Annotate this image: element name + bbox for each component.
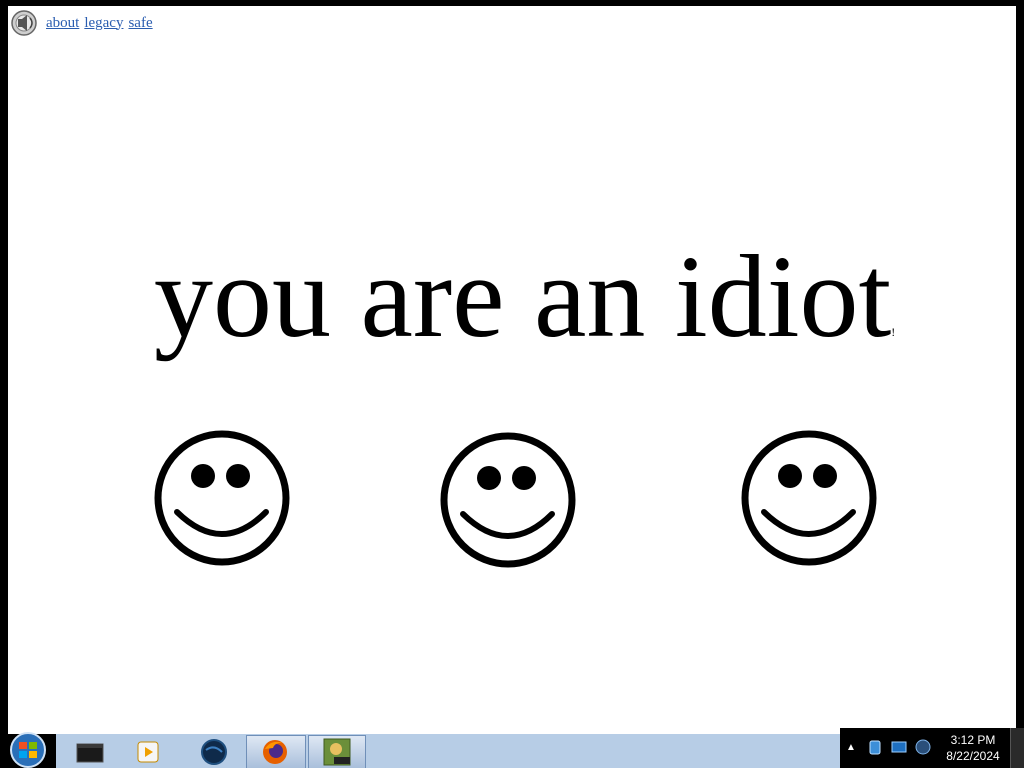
show-desktop-button[interactable] xyxy=(1010,728,1024,768)
about-link[interactable]: about xyxy=(46,15,79,32)
volume-icon[interactable] xyxy=(914,738,932,756)
clock[interactable]: 3:12 PM 8/22/2024 xyxy=(938,732,1008,764)
smiley-face-icon xyxy=(440,432,576,568)
smiley-face-icon xyxy=(154,430,290,566)
globe-browser-icon xyxy=(201,738,227,765)
legacy-link[interactable]: legacy xyxy=(84,15,123,32)
clock-date: 8/22/2024 xyxy=(946,749,1000,763)
headline-tail: ! xyxy=(891,325,896,339)
clock-time: 3:12 PM xyxy=(950,733,996,747)
show-hidden-icons-icon[interactable]: ▲ xyxy=(846,742,856,753)
browser-window: about legacy safe you are an idiot! xyxy=(0,0,1024,768)
taskbar-game-button[interactable] xyxy=(308,735,366,768)
firefox-icon xyxy=(263,740,287,764)
windows-start-orb-icon[interactable] xyxy=(4,728,48,768)
speaker-icon[interactable] xyxy=(10,8,42,38)
system-tray: ▲ 3:12 PM 8/22/2024 xyxy=(840,728,1024,768)
terminal-window-icon xyxy=(76,743,104,762)
media-player-icon xyxy=(137,741,159,762)
page-content: about legacy safe you are an idiot! xyxy=(8,6,1016,734)
top-link-bar: about legacy safe xyxy=(10,8,154,38)
taskbar-terminal-button[interactable] xyxy=(62,735,118,768)
game-box-icon xyxy=(323,738,351,766)
headline: you are an idiot! xyxy=(154,238,895,356)
safe-link[interactable]: safe xyxy=(128,15,152,32)
taskbar-media-player-button[interactable] xyxy=(120,735,176,768)
taskbar-globe-button[interactable] xyxy=(186,735,242,768)
headline-text: you are an idiot xyxy=(154,231,892,362)
smiley-face-icon xyxy=(741,430,877,566)
taskbar-firefox-button[interactable] xyxy=(246,735,306,768)
display-icon[interactable] xyxy=(890,738,908,756)
network-icon[interactable] xyxy=(866,738,884,756)
